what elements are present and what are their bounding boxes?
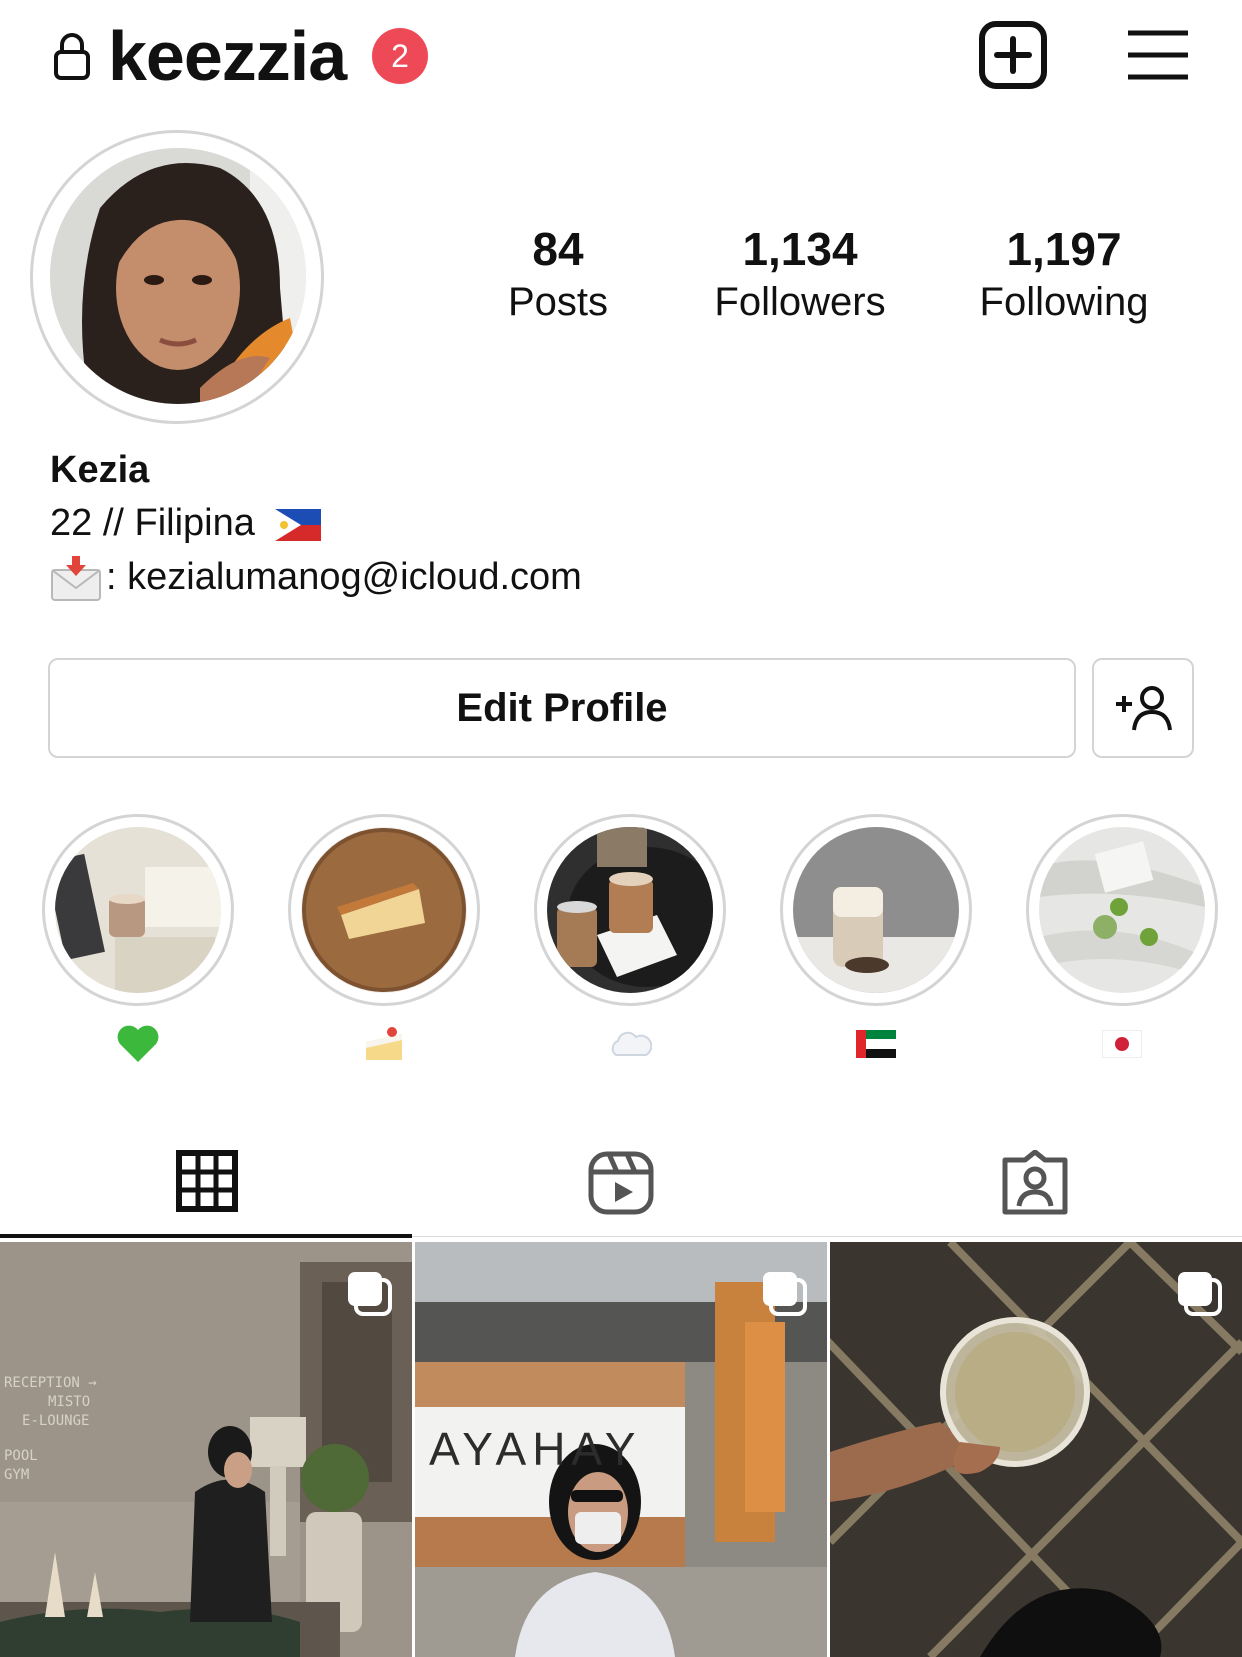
notification-badge[interactable]: 2 xyxy=(372,28,428,84)
post-1[interactable]: RECEPTION → MISTO E-LOUNGE POOL GYM xyxy=(0,1242,412,1657)
active-tab-indicator xyxy=(0,1234,412,1238)
edit-profile-button[interactable]: Edit Profile xyxy=(48,658,1076,758)
avatar[interactable] xyxy=(50,148,306,404)
bio-line-2: : kezialumanog@icloud.com xyxy=(50,550,582,604)
stat-followers[interactable]: 1,134 Followers xyxy=(690,222,910,328)
highlight-cover xyxy=(55,827,221,993)
post-3[interactable] xyxy=(830,1242,1242,1657)
highlight-label xyxy=(780,1020,972,1068)
posts-count: 84 xyxy=(532,223,584,275)
highlight-ring xyxy=(288,814,480,1006)
post-2[interactable]: AYAHAY xyxy=(415,1242,827,1657)
post-signage: AYAHAY xyxy=(429,1423,642,1475)
menu-icon[interactable] xyxy=(1126,28,1190,82)
highlight-ring xyxy=(534,814,726,1006)
highlight-4[interactable] xyxy=(780,814,972,1068)
highlight-ring xyxy=(42,814,234,1006)
cake-icon xyxy=(366,1027,402,1060)
philippines-flag-icon xyxy=(275,508,322,541)
green-heart-icon xyxy=(117,1025,159,1062)
bio: Kezia 22 // Filipina : kezialumanog@iclo… xyxy=(50,444,582,604)
highlight-cover xyxy=(547,827,713,993)
tab-reels[interactable] xyxy=(414,1120,828,1240)
username[interactable]: keezzia xyxy=(108,14,347,98)
highlight-label xyxy=(1026,1020,1218,1068)
posts-label: Posts xyxy=(507,280,609,324)
following-count: 1,197 xyxy=(1006,223,1122,275)
grid-icon xyxy=(176,1150,238,1212)
tagged-icon xyxy=(1002,1150,1068,1215)
following-label: Following xyxy=(979,280,1149,324)
japan-flag-icon xyxy=(1102,1030,1142,1058)
signage-line: POOL xyxy=(4,1448,38,1464)
multiple-photos-icon xyxy=(763,1272,807,1316)
highlight-ring xyxy=(1026,814,1218,1006)
bio-line-1: 22 // Filipina xyxy=(50,496,582,550)
profile-header: keezzia 2 xyxy=(0,0,1242,120)
tab-tagged[interactable] xyxy=(828,1120,1242,1240)
followers-count: 1,134 xyxy=(742,223,858,275)
bio-line-1-text: 22 // Filipina xyxy=(50,502,255,544)
display-name: Kezia xyxy=(50,449,150,491)
uae-flag-icon xyxy=(856,1030,896,1058)
signage-line: RECEPTION → xyxy=(4,1375,97,1391)
cloud-icon xyxy=(611,1031,652,1056)
post-signage: RECEPTION → MISTO E-LOUNGE POOL GYM xyxy=(4,1374,97,1485)
add-user-icon xyxy=(1116,686,1172,731)
highlight-3[interactable] xyxy=(534,814,726,1068)
signage-line: GYM xyxy=(4,1467,30,1483)
highlight-label xyxy=(534,1020,726,1068)
highlight-label xyxy=(42,1020,234,1068)
highlight-cover xyxy=(793,827,959,993)
highlight-5[interactable] xyxy=(1026,814,1218,1068)
stat-posts[interactable]: 84 Posts xyxy=(478,222,638,328)
new-post-icon[interactable] xyxy=(978,20,1048,90)
signage-line: E-LOUNGE xyxy=(22,1413,90,1429)
discover-people-button[interactable] xyxy=(1092,658,1194,758)
multiple-photos-icon xyxy=(1178,1272,1222,1316)
highlight-ring xyxy=(780,814,972,1006)
lock-icon xyxy=(54,33,90,80)
multiple-photos-icon xyxy=(348,1272,392,1316)
highlight-2[interactable] xyxy=(288,814,480,1068)
bio-email[interactable]: : kezialumanog@icloud.com xyxy=(106,556,582,598)
tab-grid[interactable] xyxy=(0,1120,414,1240)
highlight-cover xyxy=(1039,827,1205,993)
stat-following[interactable]: 1,197 Following xyxy=(934,222,1194,328)
highlight-label xyxy=(288,1020,480,1068)
signage-line: MISTO xyxy=(48,1394,91,1410)
followers-label: Followers xyxy=(714,280,886,324)
reels-icon xyxy=(588,1151,654,1215)
incoming-envelope-icon xyxy=(51,555,101,601)
highlight-cover xyxy=(301,827,467,993)
highlight-1[interactable] xyxy=(42,814,234,1068)
